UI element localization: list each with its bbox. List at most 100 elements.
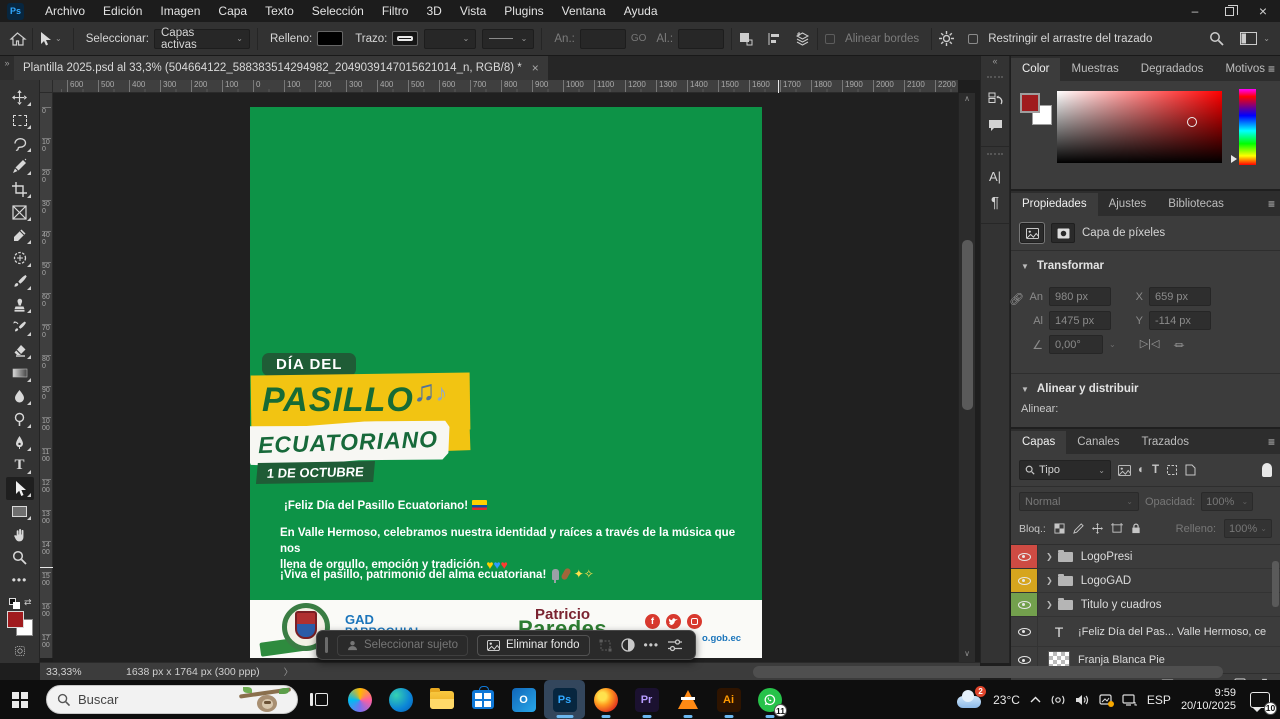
temperature[interactable]: 23°C	[993, 693, 1020, 707]
vertical-ruler[interactable]: 0100200300400500600700800900100011001200…	[40, 93, 53, 658]
layer-row-titulo[interactable]: ❯ Titulo y cuadros	[1011, 593, 1280, 617]
layer-filter-dropdown[interactable]: Tipo ⌄	[1019, 460, 1111, 480]
tab-propiedades[interactable]: Propiedades	[1011, 193, 1098, 216]
tab-muestras[interactable]: Muestras	[1060, 58, 1129, 81]
paragraph-panel-icon[interactable]: ¶	[981, 189, 1009, 215]
dodge-tool[interactable]	[6, 408, 34, 431]
link-dimensions-icon[interactable]: GO	[631, 33, 647, 44]
taskbar-file-explorer[interactable]	[421, 680, 462, 719]
status-chevron[interactable]: 〉	[284, 665, 293, 678]
expand-chevron-icon[interactable]: ❯	[1046, 552, 1053, 561]
y-value[interactable]: -114 px	[1149, 311, 1211, 330]
pixel-layer-icon[interactable]	[1020, 223, 1044, 243]
angle-carat[interactable]: ⌄	[1109, 340, 1116, 349]
taskbar-outlook[interactable]: O	[503, 680, 544, 719]
color-field[interactable]	[1057, 91, 1222, 163]
eraser-tool[interactable]	[6, 339, 34, 362]
scroll-down-arrow[interactable]: ∨	[959, 648, 975, 660]
canvas-viewport[interactable]: DÍA DEL PASILLO ♫♪ ECUATORIANO 1 DE OCTU…	[53, 93, 958, 662]
gear-icon[interactable]	[939, 31, 954, 46]
visibility-toggle[interactable]	[1011, 617, 1038, 646]
history-brush-tool[interactable]	[6, 316, 34, 339]
object-selection-tool[interactable]	[6, 155, 34, 178]
menu-item[interactable]: Filtro	[373, 1, 418, 21]
align-edges-checkbox[interactable]	[825, 34, 835, 44]
character-panel-icon[interactable]: A|	[981, 163, 1009, 189]
clone-stamp-tool[interactable]	[6, 293, 34, 316]
panel-menu-icon[interactable]: ≡	[1268, 197, 1274, 211]
tray-chevron-up-icon[interactable]	[1030, 696, 1041, 703]
crop-tool[interactable]	[6, 178, 34, 201]
align-section-header[interactable]: ▼ Alinear y distribuir	[1011, 374, 1280, 401]
pen-tool[interactable]	[6, 431, 34, 454]
select-mode-dropdown[interactable]: Capas activas⌄	[154, 29, 250, 49]
menu-item[interactable]: Imagen	[151, 1, 209, 21]
tab-degradados[interactable]: Degradados	[1130, 58, 1215, 81]
zoom-level[interactable]: 33,33%	[46, 666, 98, 678]
lock-pixels-icon[interactable]	[1073, 523, 1084, 534]
tab-color[interactable]: Color	[1011, 58, 1060, 81]
filter-shape-icon[interactable]	[1166, 464, 1178, 476]
taskbar-copilot[interactable]	[339, 680, 380, 719]
history-panel-icon[interactable]	[981, 86, 1009, 112]
vertical-scroll-thumb[interactable]	[962, 240, 973, 410]
remove-background-button[interactable]: Eliminar fondo	[477, 635, 590, 656]
hue-slider[interactable]	[1239, 89, 1256, 165]
cast-icon[interactable]	[1051, 694, 1065, 706]
scroll-up-arrow[interactable]: ∧	[959, 93, 975, 105]
home-icon[interactable]	[10, 32, 25, 46]
panel-menu-icon[interactable]: ≡	[1268, 62, 1274, 76]
path-operations-icon[interactable]	[739, 32, 753, 46]
tab-ajustes[interactable]: Ajustes	[1098, 193, 1158, 216]
taskbar-illustrator[interactable]: Ai	[708, 680, 749, 719]
mask-icon[interactable]	[1051, 223, 1075, 243]
panel-foreground-swatch[interactable]	[1020, 93, 1040, 113]
menu-item[interactable]: Ayuda	[615, 1, 667, 21]
layer-row-logogad[interactable]: ❯ LogoGAD	[1011, 569, 1280, 593]
panel-menu-icon[interactable]: ≡	[1268, 435, 1274, 449]
taskbar-clock[interactable]: 9:59 20/10/2025	[1181, 687, 1236, 713]
menu-item[interactable]: Selección	[303, 1, 373, 21]
taskbar-premiere[interactable]: Pr	[626, 680, 667, 719]
marquee-tool[interactable]	[6, 109, 34, 132]
fill-value[interactable]: 100%⌄	[1224, 519, 1272, 538]
menu-item[interactable]: 3D	[417, 1, 450, 21]
lock-artboard-icon[interactable]	[1111, 523, 1123, 534]
flip-horizontal-icon[interactable]: ▷|◁	[1140, 337, 1160, 353]
search-icon[interactable]	[1209, 31, 1224, 46]
foreground-color-swatch[interactable]	[7, 611, 24, 628]
height-field[interactable]	[678, 29, 724, 49]
x-value[interactable]: 659 px	[1149, 287, 1211, 306]
blend-mode-dropdown[interactable]: Normal⌄	[1019, 492, 1139, 511]
transform-icon[interactable]	[599, 639, 612, 652]
hand-tool[interactable]	[6, 523, 34, 546]
tools-flyout-chevron[interactable]: »	[0, 56, 14, 80]
angle-value[interactable]: 0,00°	[1049, 335, 1103, 354]
network-display-icon[interactable]	[1122, 694, 1137, 706]
brush-tool[interactable]	[6, 270, 34, 293]
layer-row-text[interactable]: T ¡Feliz Día del Pas... Valle Hermoso, c…	[1011, 617, 1280, 647]
path-arrangement-icon[interactable]	[795, 31, 810, 46]
transform-section-header[interactable]: ▼ Transformar	[1011, 251, 1280, 278]
document-tab[interactable]: Plantilla 2025.psd al 33,3% (504664122_5…	[14, 56, 548, 80]
width-value[interactable]: 980 px	[1049, 287, 1111, 306]
lock-all-icon[interactable]	[1131, 523, 1141, 534]
blur-tool[interactable]	[6, 385, 34, 408]
tab-capas[interactable]: Capas	[1011, 431, 1066, 454]
tab-canales[interactable]: Canales	[1066, 431, 1130, 454]
filter-type-icon[interactable]: T	[1152, 464, 1159, 476]
ruler-corner[interactable]	[40, 80, 53, 93]
eyedropper-tool[interactable]	[6, 224, 34, 247]
notifications-button[interactable]: 10	[1250, 692, 1270, 708]
expand-chevron-icon[interactable]: ❯	[1046, 576, 1053, 585]
taskbar-store[interactable]	[462, 680, 503, 719]
visibility-toggle[interactable]	[1011, 593, 1038, 616]
visibility-toggle[interactable]	[1011, 545, 1038, 568]
workspace-switcher-icon[interactable]	[1240, 32, 1257, 45]
taskbar-whatsapp[interactable]: 11	[749, 680, 790, 719]
collapse-panels-icon[interactable]: «	[981, 56, 1009, 70]
workspace-carat[interactable]: ⌄	[1263, 34, 1270, 43]
minimize-button[interactable]: –	[1178, 0, 1212, 22]
filter-toggle[interactable]	[1262, 463, 1272, 477]
layer-row-logopresi[interactable]: ❯ LogoPresi	[1011, 545, 1280, 569]
